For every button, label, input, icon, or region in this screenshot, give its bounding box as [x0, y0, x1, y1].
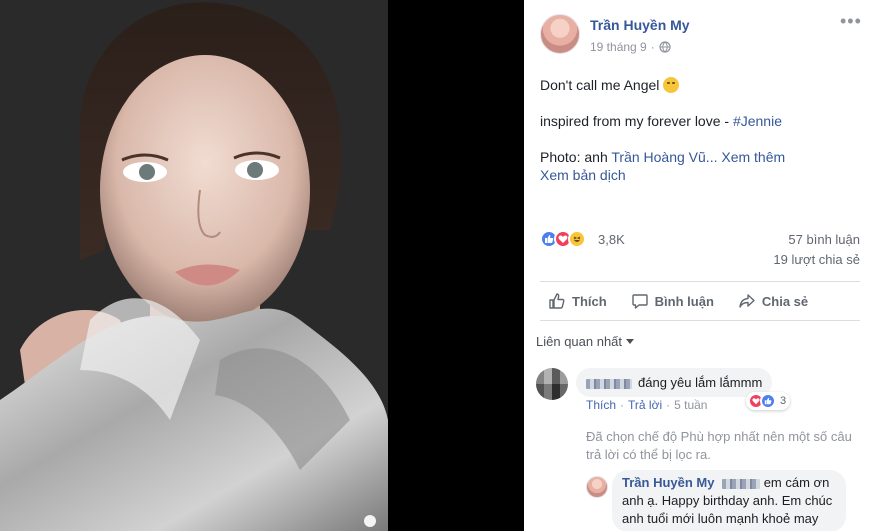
comment-button[interactable]: Bình luận — [631, 288, 714, 314]
more-options-icon[interactable]: ••• — [840, 12, 861, 30]
post-actions: Thích Bình luận Chia sẻ — [540, 288, 860, 314]
comment-sort-dropdown[interactable]: Liên quan nhất — [536, 334, 635, 349]
share-button-label: Chia sẻ — [761, 293, 809, 309]
divider-bottom — [540, 320, 860, 321]
post-side-panel: Trần Huyền My 19 tháng 9 · ••• Don't cal… — [524, 0, 875, 531]
comment-like-link[interactable]: Thích — [586, 398, 616, 412]
comment-count[interactable]: 57 bình luận — [788, 232, 860, 247]
comment-actions: Thích · Trả lời · 5 tuần — [586, 398, 707, 412]
share-count[interactable]: 19 lượt chia sẻ — [773, 252, 860, 267]
reply-author-avatar[interactable] — [586, 476, 608, 498]
photo-viewer[interactable] — [0, 0, 524, 531]
see-more-link[interactable]: Xem thêm — [721, 149, 785, 165]
hashtag-link[interactable]: #Jennie — [733, 113, 782, 129]
like-button[interactable]: Thích — [548, 288, 607, 314]
mentioned-name-redacted[interactable] — [722, 478, 761, 489]
comment-sep-1: · — [620, 398, 625, 412]
post-line-1: Don't call me Angel — [540, 76, 860, 94]
comment-reply-link[interactable]: Trả lời — [628, 398, 662, 412]
comment-time[interactable]: 5 tuần — [674, 398, 707, 412]
share-button[interactable]: Chia sẻ — [738, 288, 808, 314]
comment-button-label: Bình luận — [654, 293, 714, 309]
author-name[interactable]: Trần Huyền My — [590, 17, 690, 33]
globe-icon[interactable] — [659, 41, 671, 53]
comment-sort-label: Liên quan nhất — [536, 334, 623, 349]
post-meta: 19 tháng 9 · — [590, 40, 671, 54]
post-photo[interactable] — [0, 0, 388, 531]
smiling-emoji-icon — [663, 77, 680, 93]
comment-text: đáng yêu lắm lắmmm — [638, 375, 763, 390]
post-header: Trần Huyền My 19 tháng 9 · ••• — [540, 12, 861, 58]
portrait-illustration — [0, 0, 388, 531]
like-button-label: Thích — [572, 293, 607, 309]
post-line-2: inspired from my forever love - #Jennie — [540, 112, 860, 130]
filter-note: Đã chọn chế độ Phù hợp nhất nên một số c… — [586, 429, 852, 462]
comment-reaction-count: 3 — [780, 395, 787, 407]
comment-bubble: đáng yêu lắm lắmmm — [576, 368, 773, 397]
like-reaction-icon — [760, 393, 776, 409]
chevron-down-icon — [626, 339, 635, 344]
comment-reactions[interactable]: 3 — [746, 392, 791, 410]
photo-credit-link[interactable]: Trần Hoàng Vũ... — [611, 149, 717, 165]
photo-credit: Photo: anh Trần Hoàng Vũ... Xem thêm — [540, 148, 860, 166]
reaction-icons[interactable] — [540, 230, 586, 248]
reply-author-name[interactable]: Trần Huyền My — [622, 475, 714, 490]
comment-icon — [631, 294, 648, 309]
comment-sep-2: · — [666, 398, 671, 412]
divider-top — [540, 281, 860, 282]
post-line-2-text: inspired from my forever love - — [540, 113, 733, 129]
haha-reaction-icon — [568, 230, 586, 248]
meta-separator: · — [650, 40, 655, 54]
reply-bubble: Trần Huyền My em cám ơn anh ạ. Happy bir… — [612, 470, 846, 531]
reactions-summary: 3,8K 57 bình luận 19 lượt chia sẻ — [540, 228, 860, 276]
share-arrow-icon — [739, 294, 755, 308]
post-text: Don't call me Angel inspired from my for… — [540, 76, 860, 184]
see-translation-link[interactable]: Xem bản dịch — [540, 166, 860, 184]
commenter-avatar[interactable] — [536, 368, 568, 400]
thumbs-up-icon — [549, 293, 565, 309]
post-date[interactable]: 19 tháng 9 — [590, 40, 647, 54]
reaction-count[interactable]: 3,8K — [598, 232, 625, 247]
author-avatar[interactable] — [540, 14, 580, 54]
commenter-name-redacted[interactable] — [586, 378, 632, 389]
post-line-1-text: Don't call me Angel — [540, 77, 660, 93]
photo-credit-prefix: Photo: anh — [540, 149, 612, 165]
